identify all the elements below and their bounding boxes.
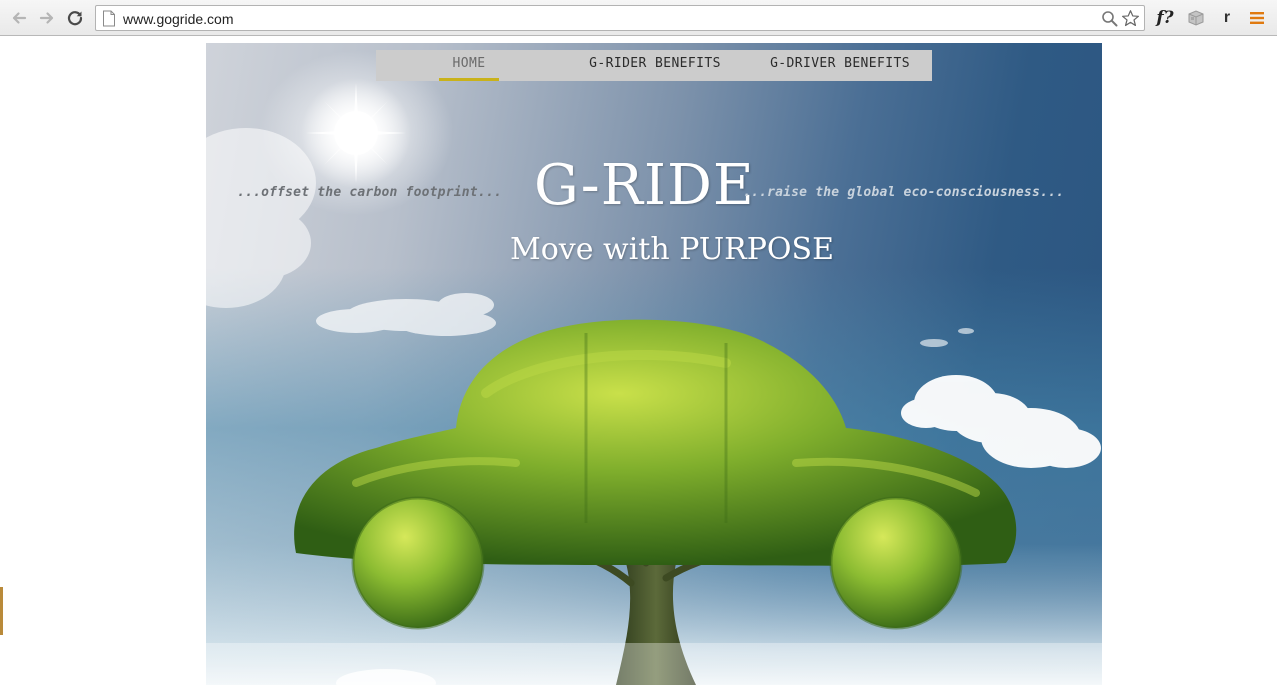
hero-motto: Move with PURPOSE: [510, 232, 834, 267]
address-bar[interactable]: www.gogride.com: [95, 5, 1145, 31]
reload-button[interactable]: [64, 7, 86, 29]
cloud-left: [206, 128, 316, 308]
side-tab: [0, 587, 3, 635]
formula-extension-button[interactable]: f?: [1152, 7, 1178, 29]
bookmark-star-icon[interactable]: [1121, 9, 1140, 28]
r-extension-button[interactable]: r: [1219, 7, 1235, 29]
back-arrow-icon: [12, 12, 27, 24]
page-viewport: HOME G-RIDER BENEFITS G-DRIVER BENEFITS …: [0, 37, 1277, 694]
url-text[interactable]: www.gogride.com: [123, 11, 234, 27]
nav-home[interactable]: HOME: [439, 50, 499, 81]
main-nav: HOME G-RIDER BENEFITS G-DRIVER BENEFITS: [376, 50, 932, 81]
hero-illustration: [206, 78, 1102, 685]
tree-wheel-left: [351, 496, 485, 630]
cloud-small: [920, 328, 974, 347]
nav-active-indicator: [439, 78, 499, 81]
browser-toolbar: www.gogride.com f? r: [0, 0, 1277, 36]
nav-g-rider-benefits[interactable]: G-RIDER BENEFITS: [572, 50, 738, 81]
cube-icon: [1188, 10, 1204, 26]
forward-button[interactable]: [36, 7, 58, 29]
tagline-left: ...offset the carbon footprint...: [237, 185, 502, 200]
nav-g-driver-benefits[interactable]: G-DRIVER BENEFITS: [754, 50, 926, 81]
brand-title: G-RIDE: [534, 153, 755, 218]
sun-icon: [301, 78, 411, 188]
tagline-right: ...raise the global eco-consciousness...: [743, 185, 1065, 200]
hamburger-menu-icon: [1250, 12, 1264, 24]
page-icon: [103, 10, 115, 27]
tree-wheel-right: [829, 496, 963, 630]
forward-arrow-icon: [39, 12, 54, 24]
zoom-icon[interactable]: [1101, 10, 1118, 27]
reload-icon: [67, 11, 83, 26]
back-button[interactable]: [8, 7, 30, 29]
cube-extension-button[interactable]: [1186, 7, 1206, 29]
cloud-mid: [316, 293, 496, 336]
browser-menu-button[interactable]: [1248, 7, 1266, 29]
hero-banner: HOME G-RIDER BENEFITS G-DRIVER BENEFITS …: [206, 43, 1102, 685]
